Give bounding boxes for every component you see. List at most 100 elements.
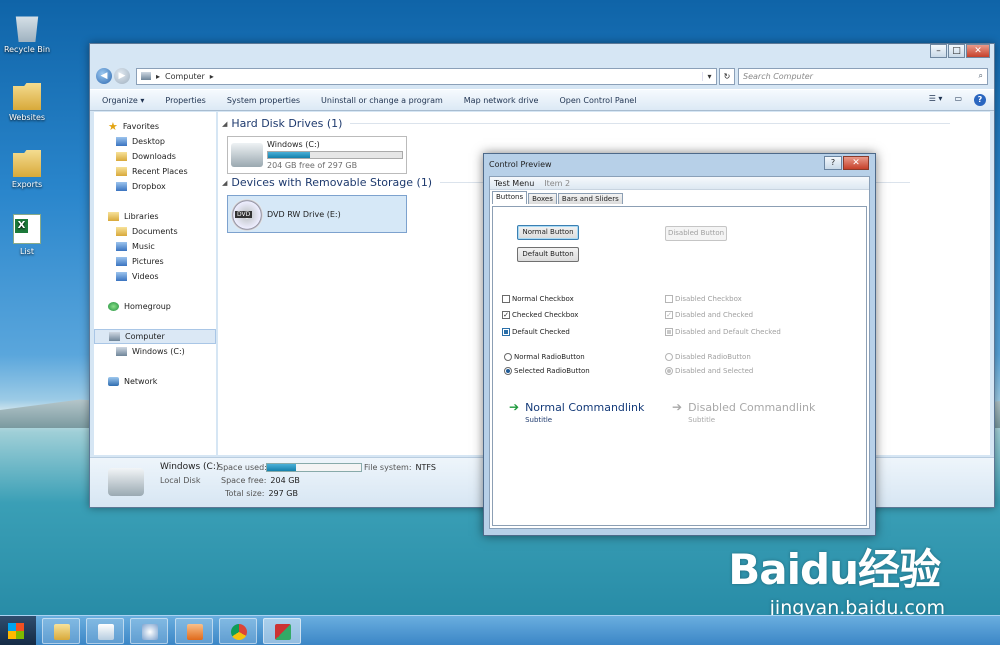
menu-test-menu[interactable]: Test Menu bbox=[494, 179, 534, 188]
start-button[interactable] bbox=[0, 616, 36, 645]
nav-libraries[interactable]: Libraries bbox=[94, 209, 216, 224]
breadcrumb-computer[interactable]: Computer bbox=[165, 72, 205, 81]
address-dropdown-icon[interactable]: ▾ bbox=[702, 71, 716, 81]
nav-pictures[interactable]: Pictures bbox=[94, 254, 216, 269]
tab-buttons[interactable]: Buttons bbox=[492, 191, 528, 204]
disabled-checkbox[interactable]: Disabled Checkbox bbox=[665, 295, 742, 303]
network-icon bbox=[142, 624, 158, 640]
nav-music[interactable]: Music bbox=[94, 239, 216, 254]
homegroup-icon bbox=[108, 302, 119, 311]
selected-radio[interactable]: Selected RadioButton bbox=[504, 367, 590, 375]
green-arrow-icon: ➔ bbox=[509, 400, 520, 414]
drive-name: DVD RW Drive (E:) bbox=[267, 210, 341, 219]
nav-label: Desktop bbox=[132, 137, 165, 146]
dialog-close-button[interactable]: ✕ bbox=[843, 156, 869, 170]
nav-recent[interactable]: Recent Places bbox=[94, 164, 216, 179]
forward-button[interactable]: ▶ bbox=[114, 68, 130, 84]
disabled-button[interactable]: Disabled Button bbox=[665, 226, 727, 241]
menu-item-2[interactable]: Item 2 bbox=[544, 179, 570, 188]
collapse-triangle-icon[interactable]: ◢ bbox=[222, 179, 227, 187]
dialog-help-button[interactable]: ? bbox=[824, 156, 842, 170]
search-input[interactable]: Search Computer ⌕ bbox=[738, 67, 988, 85]
address-bar[interactable]: ▸ Computer ▸ ▾ bbox=[136, 67, 717, 85]
arrow-icon: ➔ bbox=[672, 400, 683, 414]
taskbar-explorer[interactable] bbox=[42, 618, 80, 644]
help-icon[interactable]: ? bbox=[974, 94, 986, 106]
tab-boxes[interactable]: Boxes bbox=[528, 193, 557, 204]
excel-file-icon bbox=[13, 214, 41, 244]
fs-label: File system: bbox=[364, 463, 412, 472]
system-properties-button[interactable]: System properties bbox=[227, 96, 300, 105]
desktop-icon-websites[interactable]: Websites bbox=[1, 80, 53, 122]
disabled-radio[interactable]: Disabled RadioButton bbox=[665, 353, 751, 361]
hard-drive-icon bbox=[231, 143, 263, 167]
refresh-button[interactable]: ↻ bbox=[719, 67, 735, 85]
nav-homegroup[interactable]: Homegroup bbox=[94, 299, 216, 314]
desktop-icon-recycle-bin[interactable]: Recycle Bin bbox=[1, 12, 53, 54]
nav-downloads[interactable]: Downloads bbox=[94, 149, 216, 164]
taskbar-tool[interactable] bbox=[263, 618, 301, 644]
tab-bars-sliders[interactable]: Bars and Sliders bbox=[557, 193, 623, 204]
minimize-button[interactable]: – bbox=[930, 44, 947, 58]
nav-network[interactable]: Network bbox=[94, 374, 216, 389]
disabled-selected-radio[interactable]: Disabled and Selected bbox=[665, 367, 753, 375]
dialog-body: Test Menu Item 2 Buttons Boxes Bars and … bbox=[489, 176, 870, 529]
nav-desktop[interactable]: Desktop bbox=[94, 134, 216, 149]
taskbar-chrome[interactable] bbox=[219, 618, 257, 644]
properties-button[interactable]: Properties bbox=[165, 96, 205, 105]
desktop-icon-exports[interactable]: Exports bbox=[1, 147, 53, 189]
taskbar-network[interactable] bbox=[130, 618, 168, 644]
disabled-default-checkbox[interactable]: Disabled and Default Checked bbox=[665, 328, 781, 336]
dialog-menubar: Test Menu Item 2 bbox=[490, 177, 869, 190]
disabled-checked-checkbox[interactable]: ✓ Disabled and Checked bbox=[665, 311, 753, 319]
nav-favorites[interactable]: ★ Favorites bbox=[94, 119, 216, 134]
details-usage-bar bbox=[266, 463, 362, 472]
taskbar-notepad[interactable] bbox=[86, 618, 124, 644]
disabled-commandlink[interactable]: ➔ Disabled Commandlink Subtitle bbox=[672, 401, 815, 424]
normal-radio[interactable]: Normal RadioButton bbox=[504, 353, 585, 361]
radio-label: Disabled and Selected bbox=[675, 367, 754, 375]
close-button[interactable]: ✕ bbox=[966, 44, 990, 58]
documents-icon bbox=[116, 227, 127, 236]
map-drive-button[interactable]: Map network drive bbox=[464, 96, 539, 105]
checkbox-label: Disabled and Default Checked bbox=[675, 328, 781, 336]
nav-label: Windows (C:) bbox=[132, 347, 185, 356]
organize-button[interactable]: Organize ▾ bbox=[102, 96, 144, 105]
nav-computer[interactable]: Computer bbox=[94, 329, 216, 344]
drive-tile-dvd[interactable]: DVD DVD RW Drive (E:) bbox=[227, 195, 407, 233]
maximize-button[interactable]: □ bbox=[948, 44, 965, 58]
checkmark-icon: ✓ bbox=[665, 311, 673, 319]
drive-icon bbox=[116, 347, 127, 356]
radio-label: Selected RadioButton bbox=[514, 367, 590, 375]
notepad-icon bbox=[98, 624, 114, 640]
desktop-icon-list[interactable]: List bbox=[1, 214, 53, 256]
default-button[interactable]: Default Button bbox=[517, 247, 579, 262]
normal-commandlink[interactable]: ➔ Normal Commandlink Subtitle bbox=[509, 401, 644, 424]
nav-documents[interactable]: Documents bbox=[94, 224, 216, 239]
checkbox-box bbox=[665, 295, 673, 303]
taskbar bbox=[0, 615, 1000, 645]
checkbox-label: Disabled and Checked bbox=[675, 311, 754, 319]
default-checked-checkbox[interactable]: Default Checked bbox=[502, 328, 570, 336]
back-button[interactable]: ◀ bbox=[96, 68, 112, 84]
desktop-icon-label: Recycle Bin bbox=[3, 45, 51, 54]
breadcrumb-separator-icon[interactable]: ▸ bbox=[210, 72, 214, 81]
collapse-triangle-icon[interactable]: ◢ bbox=[222, 120, 227, 128]
normal-checkbox[interactable]: Normal Checkbox bbox=[502, 295, 574, 303]
taskbar-media[interactable] bbox=[175, 618, 213, 644]
normal-button[interactable]: Normal Button bbox=[517, 225, 579, 240]
checked-checkbox[interactable]: ✓ Checked Checkbox bbox=[502, 311, 578, 319]
control-panel-button[interactable]: Open Control Panel bbox=[559, 96, 636, 105]
dvd-label: DVD bbox=[235, 211, 253, 218]
nav-videos[interactable]: Videos bbox=[94, 269, 216, 284]
view-options-icon[interactable]: ☰ ▾ bbox=[929, 94, 943, 106]
uninstall-button[interactable]: Uninstall or change a program bbox=[321, 96, 443, 105]
breadcrumb-separator-icon[interactable]: ▸ bbox=[156, 72, 160, 81]
free-value: 204 GB bbox=[270, 476, 300, 485]
drive-tile-c[interactable]: Windows (C:) 204 GB free of 297 GB bbox=[227, 136, 407, 174]
nav-windows-c[interactable]: Windows (C:) bbox=[94, 344, 216, 359]
preview-pane-icon[interactable]: ▭ bbox=[954, 94, 962, 106]
group-label: Devices with Removable Storage (1) bbox=[231, 176, 433, 189]
nav-dropbox[interactable]: Dropbox bbox=[94, 179, 216, 194]
group-hard-disk-drives[interactable]: ◢ Hard Disk Drives (1) bbox=[222, 117, 951, 130]
